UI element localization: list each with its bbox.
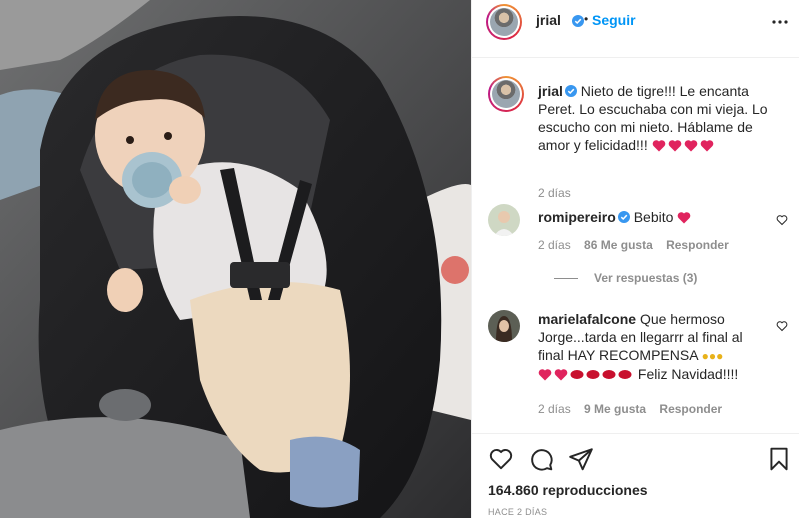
commenter-avatar[interactable] — [488, 204, 520, 236]
comment-text: Bebito — [633, 209, 674, 225]
view-replies-button[interactable]: Ver respuestas (3) — [554, 271, 697, 285]
red-heart-emoji — [538, 369, 552, 381]
red-heart-emoji — [677, 212, 691, 224]
comment-meta: 2 días 86 Me gusta Responder — [538, 238, 739, 252]
caption-username[interactable]: jrial — [538, 83, 563, 99]
caption: jrial Nieto de tigre!!! Le encanta Peret… — [488, 76, 788, 200]
post-video[interactable] — [0, 0, 471, 518]
kiss-emoji — [586, 370, 600, 379]
kiss-emoji — [618, 370, 632, 379]
share-icon[interactable] — [568, 446, 594, 472]
like-comment-heart-icon[interactable] — [776, 320, 788, 332]
caption-meta: 2 días — [538, 186, 581, 200]
heart-icon[interactable] — [488, 446, 514, 472]
red-heart-emoji — [652, 140, 665, 152]
caption-text-block: jrial Nieto de tigre!!! Le encanta Peret… — [538, 82, 768, 154]
clap-emojis: ●●● — [701, 349, 724, 363]
follow-button[interactable]: Seguir — [592, 12, 636, 28]
verified-icon — [572, 15, 584, 27]
reply-button[interactable]: Responder — [666, 238, 729, 252]
red-heart-emoji — [700, 140, 713, 152]
red-heart-emoji — [668, 140, 681, 152]
avatar-image — [488, 310, 520, 342]
comment-icon[interactable] — [528, 446, 554, 472]
comment-time[interactable]: 2 días — [538, 238, 571, 252]
video-frame — [0, 0, 471, 518]
comment: marielafalcone Que hermoso Jorge...tarda… — [488, 310, 788, 420]
bookmark-icon[interactable] — [766, 446, 792, 472]
red-heart-emoji — [684, 140, 697, 152]
comment-meta: 2 días 9 Me gusta Responder — [538, 402, 732, 416]
author-username[interactable]: jrial — [536, 12, 561, 28]
kiss-emoji — [602, 370, 616, 379]
like-comment-heart-icon[interactable] — [776, 214, 788, 226]
replies-divider — [554, 278, 578, 280]
separator-dot: • — [584, 12, 589, 26]
post-time[interactable]: HACE 2 DÍAS — [488, 507, 547, 517]
comment: romipereiro Bebito 2 días 86 Me gusta Re… — [488, 204, 788, 285]
more-options-icon[interactable] — [770, 12, 790, 32]
red-heart-emoji — [554, 369, 568, 381]
verified-icon — [617, 211, 630, 223]
view-count[interactable]: 164.860 reproducciones — [488, 482, 648, 498]
caption-time[interactable]: 2 días — [538, 186, 571, 200]
comment-likes[interactable]: 86 Me gusta — [584, 238, 653, 252]
comment-text-block: romipereiro Bebito — [538, 208, 768, 226]
view-replies-label: Ver respuestas (3) — [594, 271, 698, 285]
post-panel: jrial • Seguir jrial Nieto de tigre!!! L… — [471, 0, 799, 518]
author-avatar[interactable] — [486, 4, 522, 40]
commenter-avatar[interactable] — [488, 310, 520, 342]
caption-hearts — [652, 137, 716, 153]
caption-avatar[interactable] — [488, 76, 524, 112]
avatar-image — [488, 204, 520, 236]
post-header: jrial • Seguir — [472, 0, 799, 58]
post-actions: 164.860 reproducciones HACE 2 DÍAS — [472, 433, 799, 518]
comment-text-block: marielafalcone Que hermoso Jorge...tarda… — [538, 310, 768, 383]
reply-button[interactable]: Responder — [659, 402, 722, 416]
comment-username[interactable]: marielafalcone — [538, 311, 636, 327]
comments-list[interactable]: jrial Nieto de tigre!!! Le encanta Peret… — [472, 58, 799, 433]
kiss-emoji — [570, 370, 584, 379]
comment-emojis: Feliz Navidad!!!! — [538, 366, 738, 382]
comment-likes[interactable]: 9 Me gusta — [584, 402, 646, 416]
verified-icon — [564, 85, 577, 97]
comment-text-end: Feliz Navidad!!!! — [637, 366, 739, 382]
comment-username[interactable]: romipereiro — [538, 209, 616, 225]
comment-time[interactable]: 2 días — [538, 402, 571, 416]
